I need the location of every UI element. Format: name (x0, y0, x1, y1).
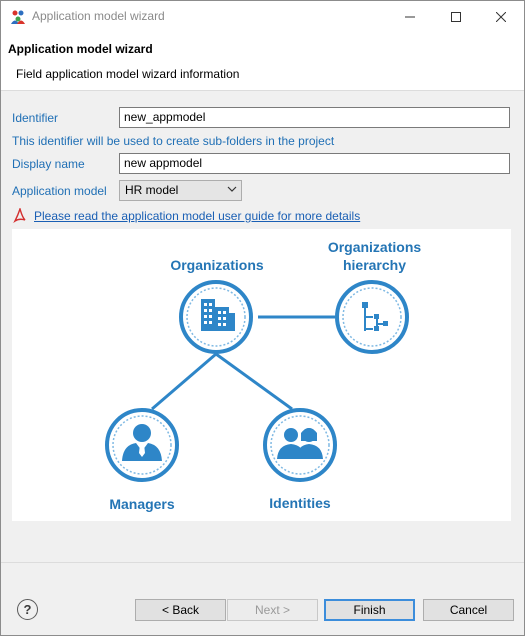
organizations-label: Organizations (170, 257, 264, 273)
application-model-value: HR model (125, 183, 179, 197)
minimize-button[interactable] (387, 1, 433, 32)
display-name-input[interactable]: new appmodel (119, 153, 510, 174)
title-bar: Application model wizard (1, 1, 524, 32)
identifier-hint: This identifier will be used to create s… (12, 134, 335, 148)
organizations-hierarchy-label-line1: Organizations (327, 239, 422, 255)
identities-label: Identities (269, 495, 331, 511)
maximize-button[interactable] (433, 1, 479, 32)
close-icon (496, 11, 506, 22)
organizations-node (179, 280, 253, 354)
wizard-window: Application model wizard Application mod… (0, 0, 525, 636)
organizations-hierarchy-node (335, 280, 409, 354)
minimize-icon (405, 16, 415, 17)
maximize-icon (451, 11, 461, 22)
footer-separator (1, 562, 524, 563)
user-guide-link[interactable]: Please read the application model user g… (34, 209, 360, 223)
link-org-identities (215, 352, 293, 411)
chevron-down-icon (227, 186, 237, 192)
app-model-diagram: Organizations Organizations hierarchy Ma… (12, 229, 511, 521)
identities-node (263, 408, 337, 482)
back-button[interactable]: < Back (135, 599, 226, 621)
identifier-label: Identifier (12, 111, 59, 125)
managers-node (105, 408, 179, 482)
link-org-managers (151, 352, 217, 411)
app-icon (11, 10, 25, 24)
organizations-hierarchy-label: Organizations hierarchy (312, 238, 437, 274)
managers-label: Managers (109, 496, 175, 512)
help-icon: ? (23, 602, 32, 617)
close-button[interactable] (478, 1, 524, 32)
finish-button[interactable]: Finish (324, 599, 415, 621)
wizard-content: Identifier new_appmodel This identifier … (1, 92, 524, 562)
page-subtitle: Field application model wizard informati… (16, 67, 240, 81)
identifier-input[interactable]: new_appmodel (119, 107, 510, 128)
help-button[interactable]: ? (17, 599, 38, 620)
wizard-header: Application model wizard Field applicati… (1, 32, 524, 91)
display-name-label: Display name (12, 157, 85, 171)
pdf-icon (13, 208, 26, 223)
organizations-hierarchy-label-line2: hierarchy (342, 257, 407, 273)
next-button[interactable]: Next > (227, 599, 318, 621)
application-model-label: Application model (12, 184, 107, 198)
cancel-button[interactable]: Cancel (423, 599, 514, 621)
page-title: Application model wizard (8, 42, 153, 56)
window-title: Application model wizard (32, 9, 165, 23)
application-model-select[interactable]: HR model (119, 180, 242, 201)
